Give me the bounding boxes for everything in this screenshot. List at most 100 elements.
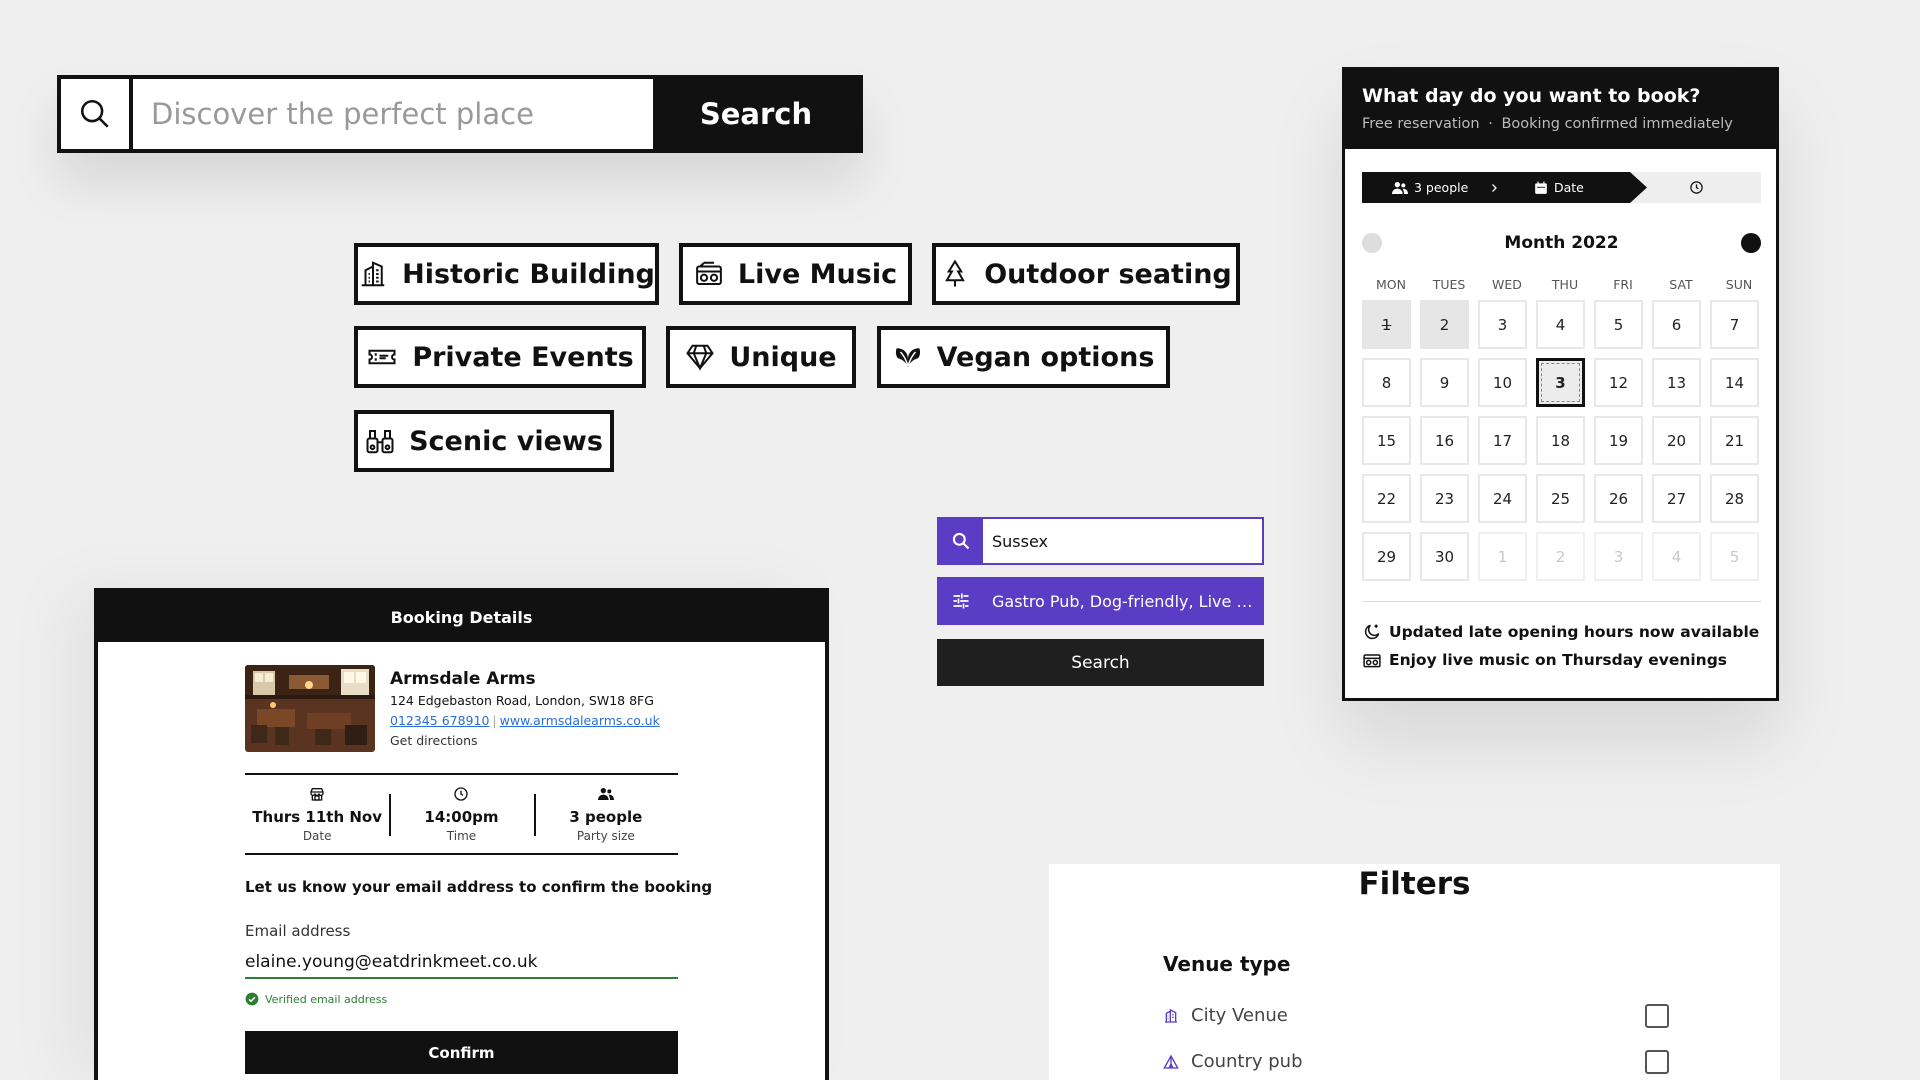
prev-month-button[interactable]	[1362, 233, 1382, 253]
step-people[interactable]: 3 people	[1392, 172, 1500, 203]
weekday-header: MON TUES WED THU FRI SAT SUN	[1362, 277, 1768, 292]
search-icon[interactable]	[61, 79, 133, 149]
directions-link[interactable]: Get directions	[390, 733, 478, 748]
filters-title: Filters	[1358, 866, 1471, 902]
search-icon[interactable]	[939, 519, 983, 563]
city-venue-checkbox[interactable]	[1645, 1003, 1669, 1028]
tag-label: Private Events	[412, 341, 634, 373]
calendar-day[interactable]: 18	[1536, 416, 1585, 465]
tag-historic-building[interactable]: Historic Building	[354, 243, 659, 305]
side-search-button[interactable]: Search	[937, 639, 1264, 686]
calendar-day: 2	[1420, 300, 1469, 349]
note-text: Enjoy live music on Thursday evenings	[1389, 651, 1728, 669]
clock-icon	[454, 786, 469, 801]
note-late-hours: Updated late opening hours now available	[1362, 622, 1759, 642]
calendar-day[interactable]: 4	[1536, 300, 1585, 349]
calendar-day[interactable]: 21	[1710, 416, 1759, 465]
city-icon	[1165, 1008, 1177, 1023]
tag-scenic-views[interactable]: Scenic views	[354, 410, 614, 472]
sliders-icon	[939, 579, 983, 623]
diamond-icon	[686, 344, 715, 371]
time-value: 14:00pm	[424, 807, 499, 826]
tag-private-events[interactable]: Private Events	[354, 326, 646, 388]
calendar-day-next-month: 2	[1536, 532, 1585, 581]
calendar-day[interactable]: 23	[1420, 474, 1469, 523]
calendar-title: What day do you want to book?	[1362, 85, 1701, 107]
calendar-day[interactable]: 27	[1652, 474, 1701, 523]
calendar-day[interactable]: 9	[1420, 358, 1469, 407]
calendar-day[interactable]: 22	[1362, 474, 1411, 523]
option-label: City Venue	[1191, 1005, 1288, 1026]
filter-option-country-pub: Country pub	[1163, 1049, 1669, 1074]
radio-icon	[696, 261, 722, 285]
calendar-day-selected[interactable]: 3	[1536, 358, 1585, 407]
summary-date: Thurs 11th Nov Date	[245, 775, 389, 853]
tag-label: Unique	[729, 341, 837, 373]
calendar-day[interactable]: 3	[1478, 300, 1527, 349]
filter-option-city-venue: City Venue	[1163, 1003, 1669, 1028]
next-month-button[interactable]	[1741, 233, 1761, 253]
calendar-day[interactable]: 12	[1594, 358, 1643, 407]
people-icon	[597, 787, 614, 800]
date-value: Thurs 11th Nov	[252, 807, 383, 826]
calendar-day[interactable]: 13	[1652, 358, 1701, 407]
country-pub-checkbox[interactable]	[1645, 1049, 1669, 1074]
main-search-button[interactable]: Search	[653, 79, 859, 149]
weekday-label: FRI	[1613, 277, 1633, 292]
calendar-day[interactable]: 15	[1362, 416, 1411, 465]
check-circle-icon	[245, 992, 259, 1006]
main-search-input[interactable]	[133, 79, 653, 149]
calendar-day[interactable]: 5	[1594, 300, 1643, 349]
calendar-day[interactable]: 24	[1478, 474, 1527, 523]
time-label: Time	[446, 828, 477, 843]
main-search-bar: Search	[57, 75, 863, 153]
party-value: 3 people	[569, 807, 643, 826]
note-live-music: Enjoy live music on Thursday evenings	[1362, 650, 1727, 670]
weekday-label: SAT	[1669, 277, 1693, 292]
step-time[interactable]	[1689, 172, 1704, 203]
people-icon	[1392, 181, 1408, 194]
summary-time: 14:00pm Time	[389, 775, 533, 853]
subtitle-free: Free reservation	[1362, 116, 1480, 132]
calendar-day[interactable]: 7	[1710, 300, 1759, 349]
step-people-label: 3 people	[1414, 180, 1469, 195]
tree-icon	[945, 259, 966, 287]
calendar-day[interactable]: 14	[1710, 358, 1759, 407]
calendar-day[interactable]: 28	[1710, 474, 1759, 523]
location-input[interactable]	[983, 519, 1262, 563]
step-date[interactable]: Date	[1534, 172, 1584, 203]
location-search	[937, 517, 1264, 565]
calendar-day[interactable]: 6	[1652, 300, 1701, 349]
radio-icon	[1363, 654, 1381, 668]
filters-selector[interactable]: Gastro Pub, Dog-friendly, Live M...	[937, 577, 1264, 625]
binoculars-icon	[366, 430, 394, 454]
calendar-day[interactable]: 10	[1478, 358, 1527, 407]
calendar-day[interactable]: 20	[1652, 416, 1701, 465]
calendar-day[interactable]: 25	[1536, 474, 1585, 523]
calendar-day[interactable]: 30	[1420, 532, 1469, 581]
confirm-button[interactable]: Confirm	[245, 1031, 678, 1074]
tag-outdoor-seating[interactable]: Outdoor seating	[932, 243, 1240, 305]
ticket-icon	[368, 349, 396, 365]
tag-label: Scenic views	[409, 425, 603, 457]
weekday-label: THU	[1551, 277, 1579, 292]
tag-vegan-options[interactable]: Vegan options	[877, 326, 1170, 388]
calendar-day[interactable]: 26	[1594, 474, 1643, 523]
tag-unique[interactable]: Unique	[666, 326, 856, 388]
tag-label: Historic Building	[402, 258, 655, 290]
phone-link[interactable]: 012345 678910	[390, 713, 489, 728]
tag-live-music[interactable]: Live Music	[679, 243, 912, 305]
email-prompt: Let us know your email address to confir…	[245, 878, 713, 896]
calendar-day[interactable]: 19	[1594, 416, 1643, 465]
calendar-day[interactable]: 16	[1420, 416, 1469, 465]
day-grid: 1 2 3 4 5 6 7 8 9 10 3 12 13 14 15 16 17…	[1362, 300, 1759, 581]
venue-photo	[245, 665, 375, 752]
calendar-day[interactable]: 29	[1362, 532, 1411, 581]
website-link[interactable]: www.armsdalearms.co.uk	[500, 713, 660, 728]
email-field[interactable]	[245, 947, 678, 979]
calendar-day[interactable]: 8	[1362, 358, 1411, 407]
calendar-day[interactable]: 17	[1478, 416, 1527, 465]
booking-header: Booking Details	[98, 592, 825, 642]
leaf-icon	[895, 348, 920, 367]
divider	[1362, 601, 1761, 602]
